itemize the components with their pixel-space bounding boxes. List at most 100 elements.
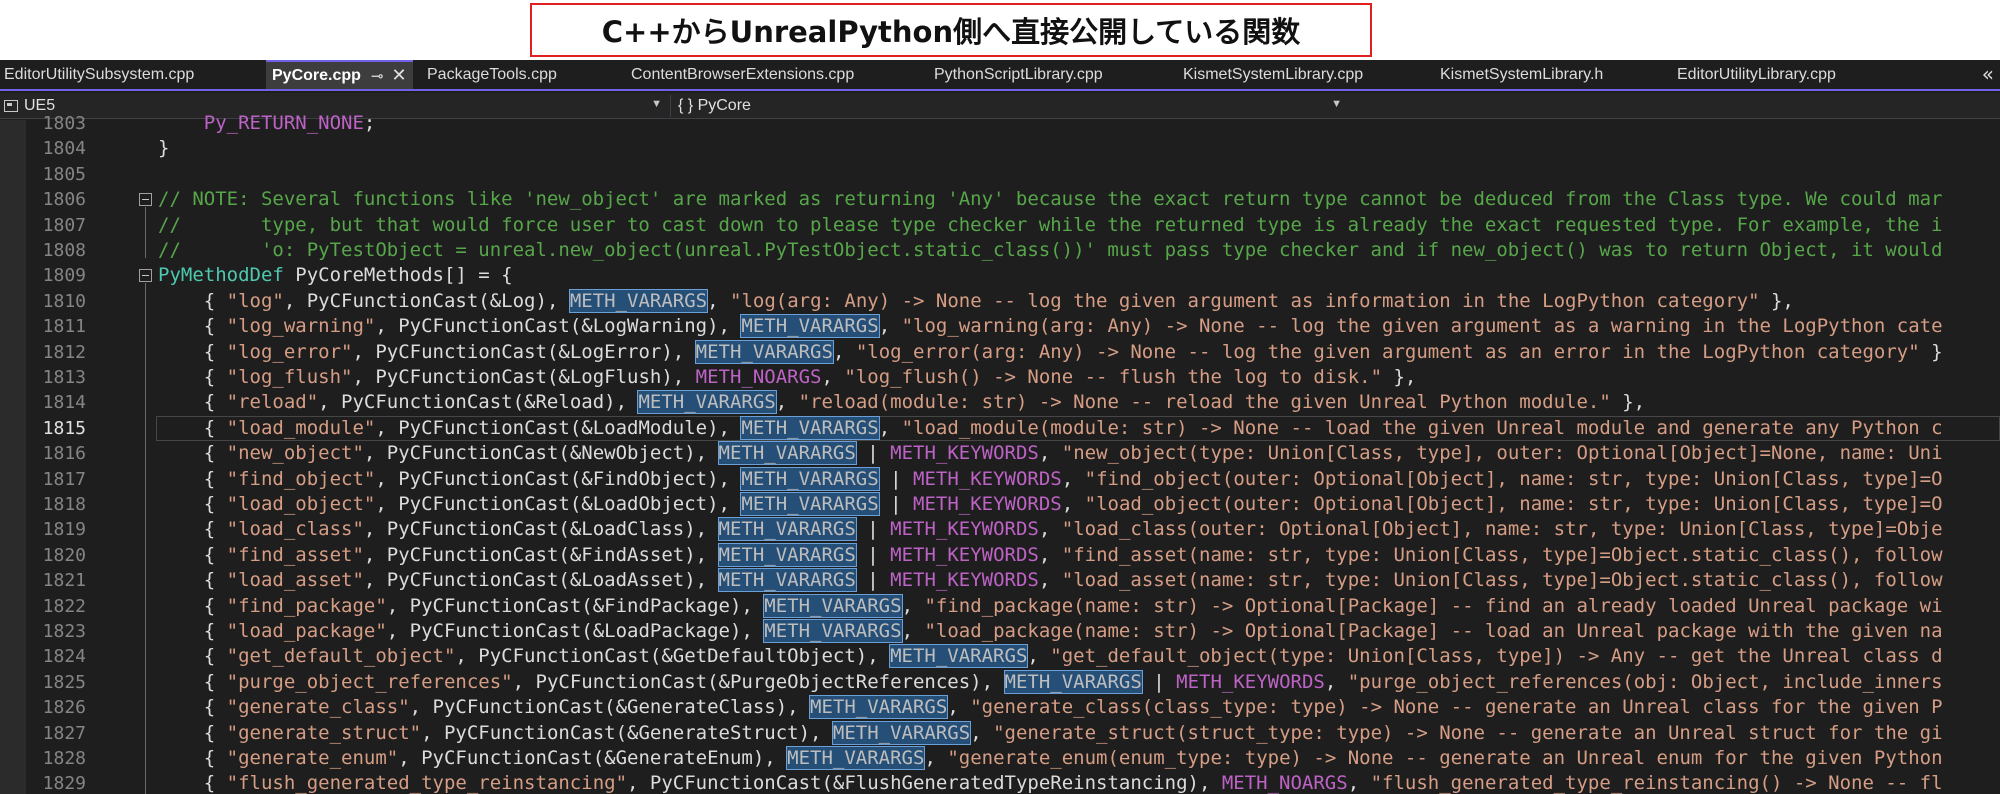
line-number: 1824: [42, 646, 86, 668]
code-text: { "load_asset", PyCFunctionCast(&LoadAss…: [158, 568, 1943, 593]
line-number: 1815: [42, 417, 86, 439]
tab-label: KismetSystemLibrary.h: [1440, 65, 1604, 83]
code-text: { "load_package", PyCFunctionCast(&LoadP…: [158, 619, 1943, 643]
code-line[interactable]: 1821 { "load_asset", PyCFunctionCast(&Lo…: [0, 568, 2000, 593]
pin-icon[interactable]: ⊸: [371, 67, 384, 85]
code-line[interactable]: 1825 { "purge_object_references", PyCFun…: [0, 669, 2000, 695]
tab-editor-utility-subsystem[interactable]: EditorUtilitySubsystem.cpp: [4, 60, 194, 89]
line-number: 1804: [42, 138, 86, 160]
tab-content-browser-extensions[interactable]: ContentBrowserExtensions.cpp: [631, 60, 854, 89]
tab-label: KismetSystemLibrary.cpp: [1183, 65, 1364, 83]
line-number: 1827: [42, 722, 86, 744]
line-number: 1803: [42, 113, 86, 134]
line-number: 1812: [42, 341, 86, 363]
fold-guide: [145, 283, 146, 794]
line-number: 1814: [42, 392, 86, 414]
code-text: { "reload", PyCFunctionCast(&Reload), ME…: [158, 390, 1646, 415]
ide-window: EditorUtilitySubsystem.cpp PyCore.cpp ⊸ …: [0, 60, 2000, 794]
line-number: 1821: [42, 570, 86, 592]
tab-label: PythonScriptLibrary.cpp: [934, 65, 1103, 83]
code-line[interactable]: 1812 { "log_error", PyCFunctionCast(&Log…: [0, 339, 2000, 365]
code-text: { "purge_object_references", PyCFunction…: [158, 669, 1943, 694]
code-editor[interactable]: 1803 Py_RETURN_NONE; 1804} 1805 1806// NOTE…: [0, 112, 2000, 794]
code-line[interactable]: 1818 { "load_object", PyCFunctionCast(&L…: [0, 492, 2000, 517]
code-line[interactable]: 1822 { "find_package", PyCFunctionCast(&…: [0, 593, 2000, 619]
line-number: 1811: [42, 316, 86, 338]
code-text: // type, but that would force user to ca…: [158, 213, 1943, 236]
code-line[interactable]: 1816 { "new_object", PyCFunctionCast(&Ne…: [0, 441, 2000, 466]
code-text: Py_RETURN_NONE;: [203, 112, 376, 134]
tab-label: ContentBrowserExtensions.cpp: [631, 65, 855, 83]
code-line[interactable]: 1820 { "find_asset", PyCFunctionCast(&Fi…: [0, 542, 2000, 568]
line-number: 1809: [42, 265, 86, 287]
code-line[interactable]: 1814 { "reload", PyCFunctionCast(&Reload…: [0, 390, 2000, 415]
tab-kismet-system-library-cpp[interactable]: KismetSystemLibrary.cpp: [1183, 60, 1363, 89]
code-text: { "find_package", PyCFunctionCast(&FindP…: [158, 593, 1943, 618]
code-line[interactable]: 1823 { "load_package", PyCFunctionCast(&…: [0, 619, 2000, 644]
fold-toggle-icon[interactable]: [139, 269, 152, 283]
code-text: { "load_class", PyCFunctionCast(&LoadCla…: [158, 517, 1943, 542]
close-icon[interactable]: ✕: [392, 65, 407, 86]
line-number: 1822: [42, 595, 86, 617]
code-text: { "generate_struct", PyCFunctionCast(&Ge…: [158, 720, 1943, 745]
code-text: // NOTE: Several functions like 'new_obj…: [158, 188, 1943, 211]
tab-label: EditorUtilitySubsystem.cpp: [4, 65, 195, 83]
fold-guide: [145, 207, 146, 258]
line-number: 1819: [42, 519, 86, 541]
code-line[interactable]: 1815 { "load_module", PyCFunctionCast(&L…: [0, 415, 2000, 441]
banner-title: C++からUnrealPython側へ直接公開している関数: [601, 15, 1301, 49]
line-number: 1806: [42, 189, 86, 211]
line-number: 1810: [42, 290, 86, 312]
line-number: 1829: [42, 773, 86, 794]
code-text: { "load_object", PyCFunctionCast(&LoadOb…: [158, 492, 1943, 516]
code-line[interactable]: 1826 { "generate_class", PyCFunctionCast…: [0, 695, 2000, 720]
code-text: { "get_default_object", PyCFunctionCast(…: [158, 644, 1943, 669]
page-title-banner: C++からUnrealPython側へ直接公開している関数: [530, 3, 1372, 57]
code-line[interactable]: 1806 // NOTE: Several functions like 'new…: [0, 187, 2000, 212]
code-text: { "find_object", PyCFunctionCast(&FindOb…: [158, 466, 1943, 491]
code-line[interactable]: 1817 { "find_object", PyCFunctionCast(&F…: [0, 466, 2000, 492]
line-number: 1805: [42, 163, 86, 185]
code-line[interactable]: 1805: [0, 162, 2000, 187]
fold-toggle-icon[interactable]: [139, 193, 152, 207]
line-number: 1813: [42, 367, 86, 388]
code-line[interactable]: 1810 { "log", PyCFunctionCast(&Log), MET…: [0, 288, 2000, 314]
code-text: { "log_flush", PyCFunctionCast(&LogFlush…: [158, 366, 1417, 388]
code-line[interactable]: 1811 { "log_warning", PyCFunctionCast(&L…: [0, 314, 2000, 339]
line-number: 1808: [42, 240, 86, 261]
tab-editor-utility-library[interactable]: EditorUtilityLibrary.cpp: [1677, 60, 1836, 89]
code-line[interactable]: 1807 // type, but that would force user t…: [0, 213, 2000, 238]
code-line[interactable]: 1804}: [0, 136, 2000, 161]
code-text: { "load_module", PyCFunctionCast(&LoadMo…: [158, 415, 1943, 440]
tab-kismet-system-library-h[interactable]: KismetSystemLibrary.h: [1440, 60, 1603, 89]
tab-label: PyCore.cpp: [272, 66, 361, 84]
tab-pycore[interactable]: PyCore.cpp ⊸ ✕: [266, 60, 413, 89]
code-line[interactable]: 1809 PyMethodDef PyCoreMethods[] = {: [0, 263, 2000, 288]
line-number: 1825: [42, 671, 86, 693]
code-text: { "find_asset", PyCFunctionCast(&FindAss…: [158, 542, 1943, 567]
code-text: PyMethodDef PyCoreMethods[] = {: [158, 264, 513, 287]
code-text: { "log", PyCFunctionCast(&Log), METH_VAR…: [158, 288, 1794, 313]
code-line[interactable]: 1819 { "load_class", PyCFunctionCast(&Lo…: [0, 517, 2000, 542]
code-line[interactable]: 1808 // 'o: PyTestObject = unreal.new_obj…: [0, 238, 2000, 263]
code-line[interactable]: 1827 { "generate_struct", PyCFunctionCas…: [0, 720, 2000, 746]
code-text: }: [158, 137, 170, 160]
code-text: { "new_object", PyCFunctionCast(&NewObje…: [158, 441, 1943, 466]
code-text: // 'o: PyTestObject = unreal.new_object(…: [158, 239, 1943, 261]
line-number: 1817: [42, 468, 86, 490]
document-tab-bar: EditorUtilitySubsystem.cpp PyCore.cpp ⊸ …: [0, 60, 2000, 91]
line-number: 1816: [42, 443, 86, 465]
line-number: 1807: [42, 214, 86, 236]
tab-label: PackageTools.cpp: [427, 65, 557, 83]
code-line[interactable]: 1828 { "generate_enum", PyCFunctionCast(…: [0, 746, 2000, 771]
tab-python-script-library[interactable]: PythonScriptLibrary.cpp: [934, 60, 1103, 89]
chevron-double-left-icon[interactable]: «: [1982, 62, 1994, 86]
code-text: { "log_warning", PyCFunctionCast(&LogWar…: [158, 314, 1943, 339]
code-line[interactable]: 1829 { "flush_generated_type_reinstancin…: [0, 771, 2000, 794]
code-line[interactable]: 1813 { "log_flush", PyCFunctionCast(&Log…: [0, 365, 2000, 390]
tab-label: EditorUtilityLibrary.cpp: [1677, 65, 1836, 83]
code-line[interactable]: 1824 { "get_default_object", PyCFunction…: [0, 644, 2000, 669]
tab-package-tools[interactable]: PackageTools.cpp: [427, 60, 557, 89]
code-line[interactable]: 1803 Py_RETURN_NONE;: [0, 111, 2000, 136]
chevron-down-icon: ▼: [1331, 98, 1342, 110]
